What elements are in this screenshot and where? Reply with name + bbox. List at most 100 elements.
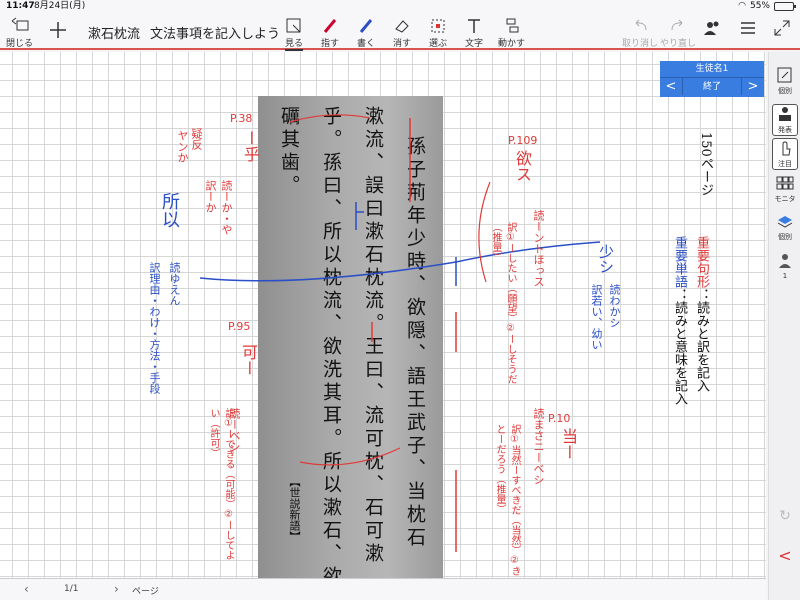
- hand-icon: [782, 141, 791, 156]
- expand-icon: [774, 20, 790, 36]
- tool-label: 文字: [464, 39, 483, 49]
- tool-write[interactable]: 書く: [356, 16, 376, 49]
- sidebar-present[interactable]: 発表: [772, 104, 798, 136]
- close-label: 閉じる: [6, 39, 34, 49]
- sidebar-label: 個別: [778, 87, 792, 95]
- users-button[interactable]: [702, 18, 722, 38]
- status-bar: 11:47 8月24日(月) ◠ 55%: [0, 0, 800, 12]
- undo-icon: [635, 19, 647, 31]
- folder-back-icon: [11, 17, 28, 31]
- note-yoku-trans: 訳①ーしたい（願望）②ーしそうだ（推量）: [490, 222, 516, 384]
- legend-1-tail: ：読みと訳を記入: [694, 288, 709, 392]
- redo-icon: [671, 19, 683, 31]
- select-icon: [431, 19, 445, 33]
- note-tou-trans: 訳①当然ーすべきだ（当然）②きっとーだろう（推量）: [494, 424, 520, 580]
- legend-1-head: 重要句形: [694, 236, 709, 288]
- battery-percent: 55%: [749, 1, 770, 11]
- tool-label: 指す: [320, 39, 339, 49]
- note-ka-trans: 訳①ーできる（可能）②ーしてよい（許可）: [208, 408, 234, 560]
- tool-erase[interactable]: 消す: [392, 16, 412, 49]
- tool-label: 書く: [356, 39, 375, 49]
- tool-label: 見る: [284, 36, 303, 51]
- close-button[interactable]: 閉じる: [6, 16, 33, 49]
- sidebar-individual[interactable]: 個別: [772, 66, 798, 96]
- tool-label: 選ぶ: [428, 39, 447, 49]
- expand-button[interactable]: [772, 18, 792, 38]
- next-page-button[interactable]: ›: [114, 582, 119, 596]
- plus-icon: [50, 22, 66, 38]
- present-icon: [779, 107, 791, 121]
- refresh-button[interactable]: ↻: [772, 508, 798, 524]
- note-hu-trans: 訳ーか: [204, 180, 217, 213]
- next-student-button[interactable]: >: [742, 78, 764, 95]
- undo-button[interactable]: 取り消し: [622, 16, 658, 49]
- sidebar-monitor[interactable]: モニタ: [772, 174, 798, 204]
- battery-icon: [774, 1, 796, 11]
- note-shoi: 所以: [159, 192, 180, 228]
- laser-pen-icon: [323, 19, 337, 33]
- title-sub: 文法事項を記入しよう: [150, 27, 281, 42]
- collapse-sidebar-button[interactable]: <: [772, 546, 798, 565]
- sidebar-label: モニタ: [774, 195, 796, 203]
- note-yoku: 欲ス: [513, 150, 532, 182]
- title-main: 漱石枕流: [88, 27, 141, 42]
- status-right: ◠ 55%: [738, 0, 796, 12]
- note-hu-side2: ヤンか: [176, 130, 189, 163]
- legend-2-tail: ：読みと意味を記入: [672, 288, 687, 405]
- note-hu: ー乎: [241, 130, 260, 162]
- note-shou-mean: 訳若い、幼い: [590, 284, 603, 350]
- right-sidebar: 個別 発表 注目 モニタ 個別 1 ↻ <: [768, 52, 800, 600]
- tool-text[interactable]: 文字: [464, 16, 484, 49]
- undo-label: 取り消し: [622, 39, 659, 49]
- note-p38: P.38: [230, 112, 253, 125]
- redo-button[interactable]: やり直し: [660, 16, 696, 49]
- page-unit-label: ページ: [132, 587, 159, 597]
- tool-view[interactable]: 見る: [284, 16, 304, 51]
- user-icon: [779, 254, 791, 268]
- view-icon: [286, 18, 301, 33]
- student-name: 生徒名1: [695, 64, 729, 74]
- page-navigation: ‹ 1/1 › ページ: [0, 578, 766, 600]
- pen-icon: [359, 19, 373, 33]
- page-title: 漱石枕流 文法事項を記入しよう: [88, 23, 280, 42]
- note-tou-read: 読まさニーベシ: [532, 408, 545, 485]
- sidebar-label: 1: [782, 272, 788, 280]
- note-shoi-read: 読ゆえん: [168, 262, 181, 306]
- note-hu-read: 読ーか・や: [220, 180, 233, 235]
- eraser-icon: [395, 20, 409, 33]
- note-p10: P.10: [548, 412, 571, 425]
- menu-button[interactable]: [738, 18, 758, 38]
- move-icon: [506, 18, 518, 33]
- legend-line-1: 重要句形：読みと訳を記入: [692, 236, 711, 392]
- add-button[interactable]: [48, 20, 68, 40]
- prev-page-button[interactable]: ‹: [24, 582, 29, 596]
- sidebar-user-count[interactable]: 1: [772, 252, 798, 280]
- prev-student-button[interactable]: <: [660, 78, 682, 95]
- note-ka: 可ー: [239, 344, 258, 376]
- tool-move[interactable]: 動かす: [498, 16, 525, 49]
- note-yoku-read: 読ーントほっス: [532, 210, 545, 287]
- student-panel: 生徒名1 < 終了 >: [660, 61, 764, 97]
- text-icon: [468, 19, 480, 33]
- note-tou: 当ー: [559, 428, 578, 460]
- handwriting-strokes: [199, 114, 601, 552]
- legend-line-2: 重要単語：読みと意味を記入: [670, 236, 689, 405]
- tool-point[interactable]: 指す: [320, 16, 340, 49]
- stack-icon: [777, 216, 793, 228]
- note-p95: P.95: [228, 320, 251, 333]
- tool-label: 動かす: [498, 39, 526, 49]
- refresh-icon: ↻: [779, 508, 791, 524]
- note-shou: 少シ: [597, 244, 615, 274]
- status-time: 11:47: [6, 1, 35, 11]
- end-button[interactable]: 終了: [682, 78, 742, 95]
- sidebar-attention[interactable]: 注目: [772, 138, 798, 170]
- note-shou-read: 読わかシ: [608, 284, 621, 328]
- sidebar-label: 注目: [778, 160, 792, 168]
- hamburger-icon: [741, 22, 755, 34]
- tool-select[interactable]: 選ぶ: [428, 16, 448, 49]
- wifi-icon: ◠: [738, 1, 746, 11]
- sidebar-individual-2[interactable]: 個別: [772, 212, 798, 242]
- sidebar-label: 個別: [778, 233, 792, 241]
- users-icon: [704, 21, 719, 35]
- notebook-page[interactable]: 孫子荊年少時、欲隠、語王武子、当枕石 漱流、誤曰漱石枕流。王曰、流可枕、石可漱 …: [0, 52, 766, 580]
